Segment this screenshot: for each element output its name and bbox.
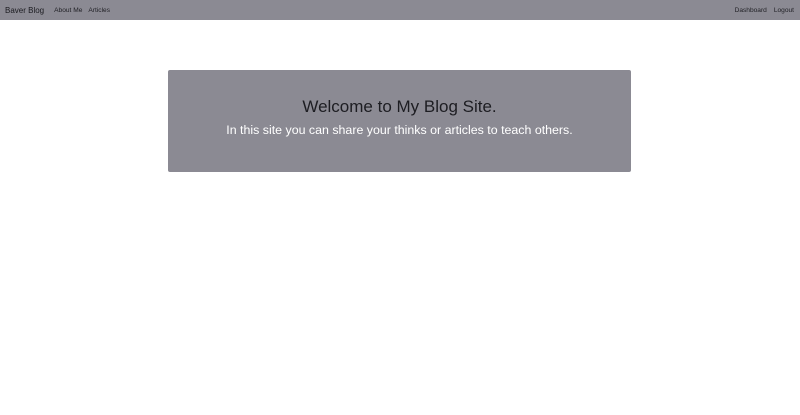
nav-link-logout[interactable]: Logout: [774, 7, 794, 14]
welcome-jumbotron: Welcome to My Blog Site. In this site yo…: [168, 70, 631, 172]
top-navbar: Baver Blog About Me Articles Dashboard L…: [0, 0, 800, 20]
nav-link-dashboard[interactable]: Dashboard: [735, 7, 767, 14]
navbar-left: Baver Blog About Me Articles: [5, 6, 116, 15]
nav-link-articles[interactable]: Articles: [88, 7, 110, 14]
navbar-right: Dashboard Logout: [728, 7, 794, 14]
nav-link-about-me[interactable]: About Me: [54, 7, 82, 14]
welcome-subtitle: In this site you can share your thinks o…: [226, 123, 573, 137]
welcome-title: Welcome to My Blog Site.: [302, 97, 497, 116]
brand-link[interactable]: Baver Blog: [5, 6, 44, 15]
